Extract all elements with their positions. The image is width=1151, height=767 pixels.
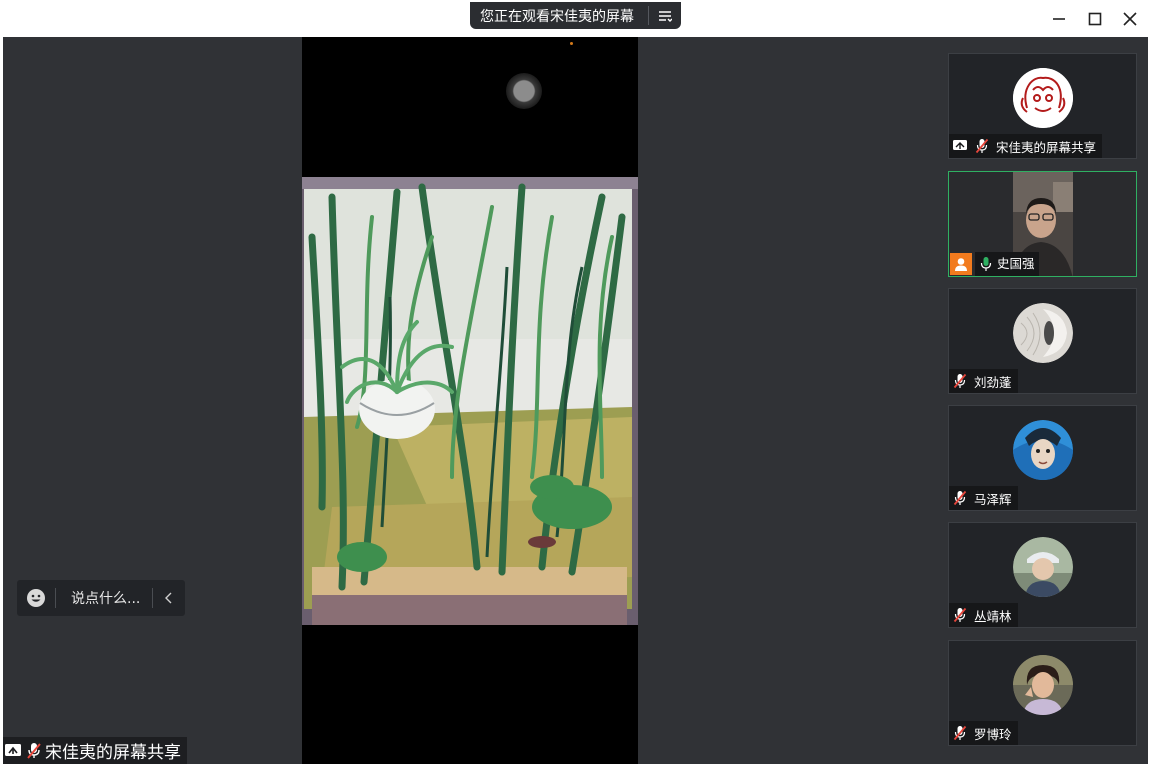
shared-painting-image [302,177,638,625]
chat-placeholder[interactable]: 说点什么... [56,588,152,608]
participant-tile[interactable]: 刘劲蓬 [948,288,1137,394]
avatar [1013,68,1073,128]
avatar [1013,303,1073,363]
participant-name: 丛靖林 [974,608,1012,624]
mic-muted-icon [949,486,971,510]
user-icon [950,253,972,275]
participant-tile[interactable]: 宋佳夷的屏幕共享 [948,53,1137,159]
participant-list: 宋佳夷的屏幕共享 史国强 刘劲蓬 马泽辉 丛靖林 罗博玲 [938,37,1148,764]
screen-share-icon [4,743,22,759]
participant-tile[interactable]: 马泽辉 [948,405,1137,511]
mic-muted-icon [949,603,971,627]
mic-muted-icon [949,369,971,393]
participant-name: 罗博玲 [974,726,1012,742]
main-speaker-label: 宋佳夷的屏幕共享 [3,737,187,764]
window-border [0,37,3,767]
participant-tile[interactable]: 罗博玲 [948,640,1137,746]
share-notice-text: 您正在观看宋佳夷的屏幕 [480,8,634,25]
mic-muted-icon [971,134,993,158]
participant-name-tag: 史国强 [949,252,1045,276]
avatar [1013,420,1073,480]
title-bar: 您正在观看宋佳夷的屏幕 [0,0,1151,37]
camera-lens [506,73,542,109]
participant-name: 史国强 [997,252,1039,276]
shared-screen [302,37,638,764]
mic-on-icon [975,252,997,276]
participant-name-tag: 刘劲蓬 [949,369,1018,393]
participant-name: 宋佳夷的屏幕共享 [996,139,1097,155]
participant-tile[interactable]: 史国强 [948,171,1137,277]
camera-indicator [570,42,573,45]
avatar [1013,655,1073,715]
main-video-stage: 说点什么... 宋佳夷的屏幕共享 [3,37,938,764]
avatar [1013,537,1073,597]
screen-share-banner[interactable]: 您正在观看宋佳夷的屏幕 [470,2,681,29]
mic-muted-icon [26,742,42,760]
participant-name: 马泽辉 [974,491,1012,507]
list-menu-icon[interactable] [649,9,681,23]
screen-share-icon [949,134,971,158]
participant-name-tag: 马泽辉 [949,486,1018,510]
participant-name-tag: 罗博玲 [949,721,1018,745]
smiley-icon[interactable] [17,588,55,608]
main-speaker-name: 宋佳夷的屏幕共享 [45,743,181,763]
mic-muted-icon [949,721,971,745]
participant-name: 刘劲蓬 [974,374,1012,390]
chat-input-bar[interactable]: 说点什么... [17,580,185,616]
maximize-icon[interactable] [1082,6,1108,32]
participant-name-tag: 丛靖林 [949,603,1018,627]
close-icon[interactable] [1117,6,1143,32]
participant-tile[interactable]: 丛靖林 [948,522,1137,628]
chevron-left-icon[interactable] [153,592,185,604]
minimize-icon[interactable] [1046,6,1072,32]
participant-name-tag: 宋佳夷的屏幕共享 [949,134,1103,158]
